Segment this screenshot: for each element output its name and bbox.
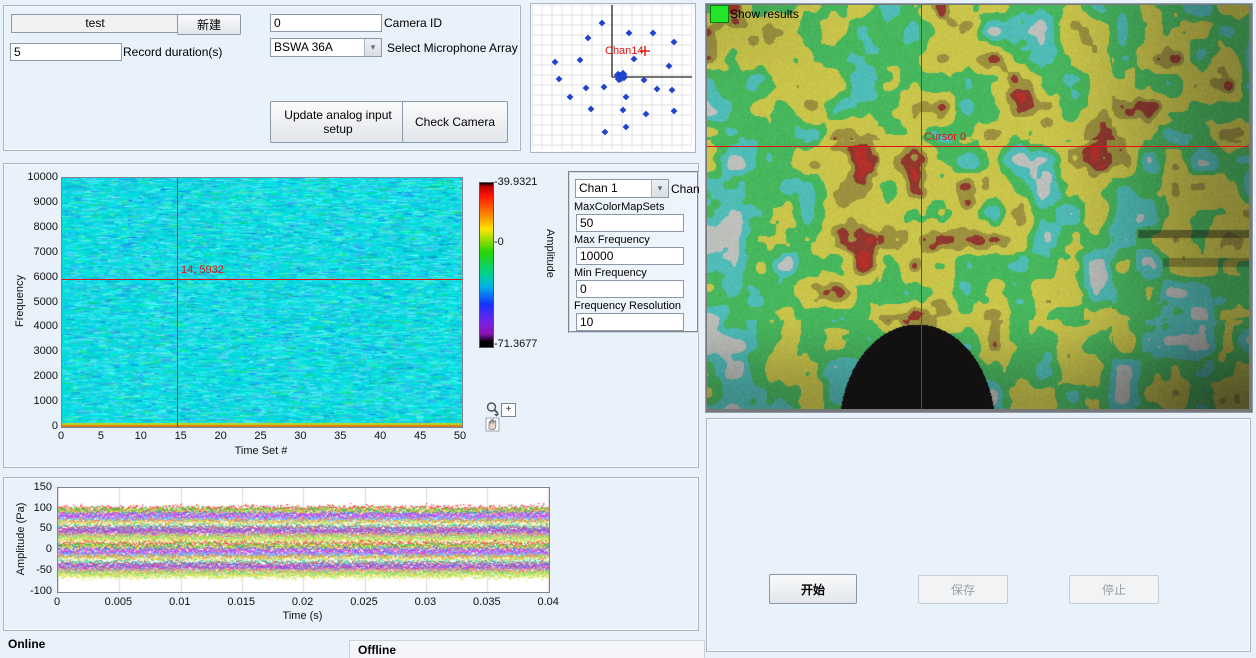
- frequency-resolution-label: Frequency Resolution: [574, 300, 681, 312]
- analysis-settings-panel: Chan 1 ▾ Chan MaxColorMapSets 50 Max Fre…: [568, 171, 699, 333]
- update-analog-input-button[interactable]: Update analog input setup: [270, 101, 406, 143]
- spectrogram-image: [62, 178, 462, 427]
- tick-label: 6000: [10, 271, 58, 283]
- camera-id-field[interactable]: 0: [270, 14, 382, 32]
- chevron-down-icon[interactable]: ▾: [364, 39, 381, 56]
- mic-array-plot[interactable]: Chan14: [530, 3, 696, 153]
- tick-label: 3000: [10, 345, 58, 357]
- tick-label: 1000: [10, 395, 58, 407]
- tick-label: 50: [445, 430, 475, 442]
- show-results-led[interactable]: [710, 5, 729, 23]
- tick-label: 5000: [10, 296, 58, 308]
- tick-label: 8000: [10, 221, 58, 233]
- record-duration-label: Record duration(s): [123, 45, 222, 59]
- save-button[interactable]: 保存: [918, 575, 1008, 604]
- camera-cursor-hline[interactable]: [707, 146, 1249, 147]
- tick-label: 0.005: [98, 596, 138, 608]
- max-frequency-field[interactable]: 10000: [576, 247, 684, 265]
- tick-label: 40: [365, 430, 395, 442]
- chan-select[interactable]: Chan 1 ▾: [575, 179, 669, 198]
- tick-label: 150: [6, 481, 52, 493]
- colorbar-mid-label: -0: [494, 236, 504, 248]
- tick-label: 0: [37, 596, 77, 608]
- record-control-panel: 开始 保存 停止: [706, 418, 1251, 652]
- colorbar-min-label: -71.3677: [494, 338, 537, 350]
- tab-offline[interactable]: Offline: [349, 640, 705, 658]
- colorbar-max-label: -39.9321: [494, 176, 537, 188]
- tick-label: 10000: [10, 171, 58, 183]
- spectrogram-panel: Frequency 100009000800070006000500040003…: [3, 163, 699, 468]
- pan-hand-icon[interactable]: [485, 417, 500, 432]
- tick-label: 0.01: [160, 596, 200, 608]
- tick-label: 0.02: [283, 596, 323, 608]
- new-project-button[interactable]: 新建: [177, 14, 241, 35]
- tick-label: 100: [6, 502, 52, 514]
- camera-cursor-label: Cursor 0: [924, 131, 966, 143]
- colorbar-axis-label: Amplitude: [544, 229, 556, 278]
- waveform-traces: [58, 488, 549, 592]
- camera-cursor-vline[interactable]: [921, 5, 922, 409]
- acoustic-camera-image: [707, 5, 1249, 409]
- mic-array-geometry: [532, 5, 692, 149]
- maxcolormapsets-label: MaxColorMapSets: [574, 201, 664, 213]
- chan-select-value: Chan 1: [576, 180, 651, 197]
- tick-label: 10: [126, 430, 156, 442]
- spectrogram-cursor-vline[interactable]: [177, 178, 178, 427]
- tab-offline-label: Offline: [358, 643, 396, 657]
- tick-label: 0.035: [467, 596, 507, 608]
- mic-array-select[interactable]: BSWA 36A ▾: [270, 38, 382, 57]
- max-frequency-label: Max Frequency: [574, 234, 650, 246]
- chan-label: Chan: [671, 182, 700, 196]
- tick-label: 50: [6, 522, 52, 534]
- maxcolormapsets-field[interactable]: 50: [576, 214, 684, 232]
- cursor-tool-icon[interactable]: +: [501, 403, 516, 417]
- tab-online[interactable]: Online: [8, 637, 45, 651]
- waveform-plot[interactable]: [57, 487, 550, 593]
- spectrogram-xlabel: Time Set #: [61, 445, 461, 457]
- tick-label: 45: [405, 430, 435, 442]
- project-name-field[interactable]: test: [11, 14, 179, 33]
- mic-array-label: Select Microphone Array: [387, 41, 518, 55]
- tick-label: 7000: [10, 246, 58, 258]
- tick-label: 35: [325, 430, 355, 442]
- record-duration-field[interactable]: 5: [10, 43, 122, 61]
- mic-array-value: BSWA 36A: [271, 39, 364, 56]
- check-camera-button[interactable]: Check Camera: [402, 101, 508, 143]
- tick-label: 4000: [10, 320, 58, 332]
- frequency-resolution-field[interactable]: 10: [576, 313, 684, 331]
- tick-label: -100: [6, 585, 52, 597]
- min-frequency-label: Min Frequency: [574, 267, 647, 279]
- waveform-panel: Amplitude (Pa) 150100500-50-100 00.0050.…: [3, 477, 699, 631]
- stop-button[interactable]: 停止: [1069, 575, 1159, 604]
- waveform-xlabel: Time (s): [57, 610, 548, 622]
- tick-label: 30: [285, 430, 315, 442]
- start-button[interactable]: 开始: [769, 574, 857, 604]
- colorbar: [479, 182, 494, 348]
- tick-label: 20: [206, 430, 236, 442]
- tick-label: -50: [6, 564, 52, 576]
- spectrogram-plot[interactable]: 14, 5932: [61, 177, 463, 428]
- settings-panel: test 新建 5 Record duration(s) 0 Camera ID…: [3, 5, 521, 151]
- tick-label: 25: [246, 430, 276, 442]
- app-window: test 新建 5 Record duration(s) 0 Camera ID…: [0, 0, 1256, 658]
- zoom-tool-icon[interactable]: [485, 401, 501, 417]
- spectrogram-cursor-hline[interactable]: [62, 279, 462, 280]
- tick-label: 0: [46, 430, 76, 442]
- min-frequency-field[interactable]: 0: [576, 280, 684, 298]
- tick-label: 0.025: [344, 596, 384, 608]
- tick-label: 0: [6, 543, 52, 555]
- camera-view[interactable]: Show results Cursor 0: [705, 3, 1253, 413]
- camera-id-label: Camera ID: [384, 16, 442, 30]
- tick-label: 5: [86, 430, 116, 442]
- tick-label: 0.04: [528, 596, 568, 608]
- mic-cursor-label: Chan14: [605, 45, 644, 57]
- chevron-down-icon[interactable]: ▾: [651, 180, 668, 197]
- show-results-label: Show results: [730, 7, 799, 21]
- spectrogram-cursor-label: 14, 5932: [181, 264, 224, 276]
- tick-label: 2000: [10, 370, 58, 382]
- tick-label: 0.03: [405, 596, 445, 608]
- tick-label: 15: [166, 430, 196, 442]
- tick-label: 9000: [10, 196, 58, 208]
- tick-label: 0.015: [221, 596, 261, 608]
